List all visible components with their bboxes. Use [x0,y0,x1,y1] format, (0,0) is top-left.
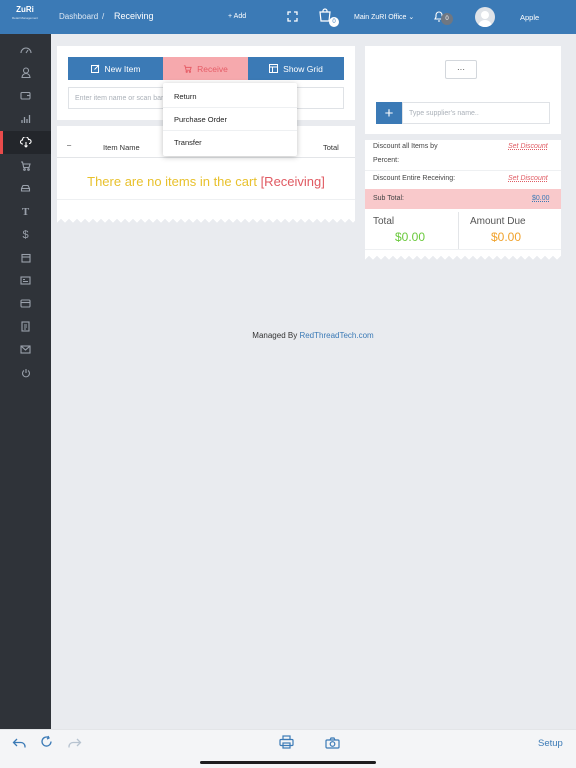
add-supplier-button[interactable]: + [376,102,402,124]
new-item-label: New Item [104,63,141,74]
fullscreen-icon[interactable] [287,11,298,22]
sidebar-item-wallet[interactable] [0,84,51,107]
managed-by-footer: Managed By RedThreadTech.com [0,331,576,340]
show-grid-label: Show Grid [283,63,323,74]
more-options-button[interactable]: ··· [445,60,477,79]
managed-by-label: Managed By [252,331,298,340]
cart-icon [184,64,192,73]
summary-divider [365,170,561,171]
discount-all-label: Discount all Items by [373,143,438,150]
plus-icon: + [384,104,394,122]
amount-due-value: $0.00 [491,230,522,244]
setup-button[interactable]: Setup [538,738,563,749]
new-item-button[interactable]: New Item [68,57,163,80]
table-header-divider [57,157,355,158]
column-header-item-name: Item Name [103,143,140,152]
cart-icon [21,160,31,171]
sidebar-item-payments[interactable] [0,292,51,315]
refresh-icon[interactable] [40,735,53,753]
user-icon [20,67,31,78]
logo-text: ZuRi [16,5,34,14]
sidebar-item-text[interactable]: T [0,200,51,223]
show-grid-button[interactable]: Show Grid [248,57,344,80]
totals-divider [458,212,459,249]
dashboard-icon [19,47,32,53]
credit-card-icon [20,299,31,308]
chevron-down-icon: ⌄ [408,14,415,21]
sidebar-item-logout[interactable] [0,361,51,384]
supplier-search-placeholder: Type supplier's name.. [409,109,479,117]
add-button[interactable]: + Add [228,13,246,20]
logo-subtext: Retail Management [11,16,38,20]
empty-cart-text: There are no items in the cart [87,174,257,189]
totals-bottom-divider [365,249,561,250]
menu-item-return[interactable]: Return [163,85,297,108]
page-title: Receiving [114,11,154,21]
sidebar-item-reports[interactable] [0,107,51,130]
menu-item-transfer[interactable]: Transfer [163,131,297,154]
power-icon [21,368,30,377]
sidebar-item-receiving[interactable] [0,131,51,154]
id-card-icon [20,276,31,285]
set-discount-items-link[interactable]: Set Discount [508,143,548,150]
location-select[interactable]: Main ZuRI Office ⌄ [354,13,414,21]
subtotal-label: Sub Total: [373,195,405,202]
sidebar-item-cards[interactable] [0,269,51,292]
sidebar: T $ [0,34,51,730]
breadcrumb-dashboard[interactable]: Dashboard [59,12,98,21]
menu-item-purchase-order[interactable]: Purchase Order [163,108,297,131]
percent-label: Percent: [373,157,400,164]
receive-button[interactable]: Receive [163,57,248,80]
receive-label: Receive [197,63,228,74]
reports-icon [21,114,31,123]
empty-cart-mode: [Receiving] [260,174,325,189]
total-value: $0.00 [395,230,426,244]
wallet-icon [20,91,31,100]
text-icon: T [21,205,30,218]
user-name[interactable]: Apple [520,13,539,22]
sidebar-item-finance[interactable]: $ [0,223,51,246]
sidebar-item-messages[interactable] [0,338,51,361]
sidebar-item-calendar[interactable] [0,246,51,269]
notification-badge: 0 [441,13,453,25]
receive-mode-menu: Return Purchase Order Transfer [163,83,297,156]
supplier-search-input[interactable]: Type supplier's name.. [402,102,550,124]
discount-entire-label: Discount Entire Receiving: [373,175,456,182]
avatar[interactable] [475,7,495,27]
calendar-icon [20,253,31,263]
summary-receipt-edge [365,255,561,261]
redo-icon[interactable] [68,736,82,754]
empty-cart-message: There are no items in the cart [Receivin… [57,174,355,189]
column-header-total: Total [323,143,339,152]
sidebar-item-deliveries[interactable] [0,177,51,200]
envelope-icon [20,345,31,354]
sidebar-item-customers[interactable] [0,61,51,84]
subtotal-value[interactable]: $0.00 [532,195,550,202]
breadcrumb-separator: / [102,12,105,21]
table-footer-divider [57,199,355,200]
total-label: Total [373,216,395,227]
grid-icon [269,64,279,73]
sidebar-item-dashboard[interactable] [0,38,51,61]
amount-due-label: Amount Due [470,216,526,227]
company-link[interactable]: RedThreadTech.com [299,331,373,340]
app-logo[interactable]: ZuRi Retail Management [10,6,40,26]
camera-icon[interactable] [325,736,340,754]
column-header-remove: – [67,140,72,149]
undo-icon[interactable] [12,736,26,754]
home-indicator [200,761,376,764]
location-label: Main ZuRI Office [354,14,407,21]
cart-badge: 0 [329,17,339,27]
edit-icon [90,64,99,73]
sidebar-item-sales[interactable] [0,154,51,177]
bottom-toolbar: Setup [0,729,576,768]
dollar-icon: $ [22,228,29,241]
print-icon[interactable] [279,735,294,754]
top-bar: ZuRi Retail Management Dashboard / Recei… [0,0,576,34]
receiving-icon [19,137,32,148]
set-discount-entire-link[interactable]: Set Discount [508,175,548,182]
receipt-edge [57,218,355,224]
car-icon [20,184,31,192]
